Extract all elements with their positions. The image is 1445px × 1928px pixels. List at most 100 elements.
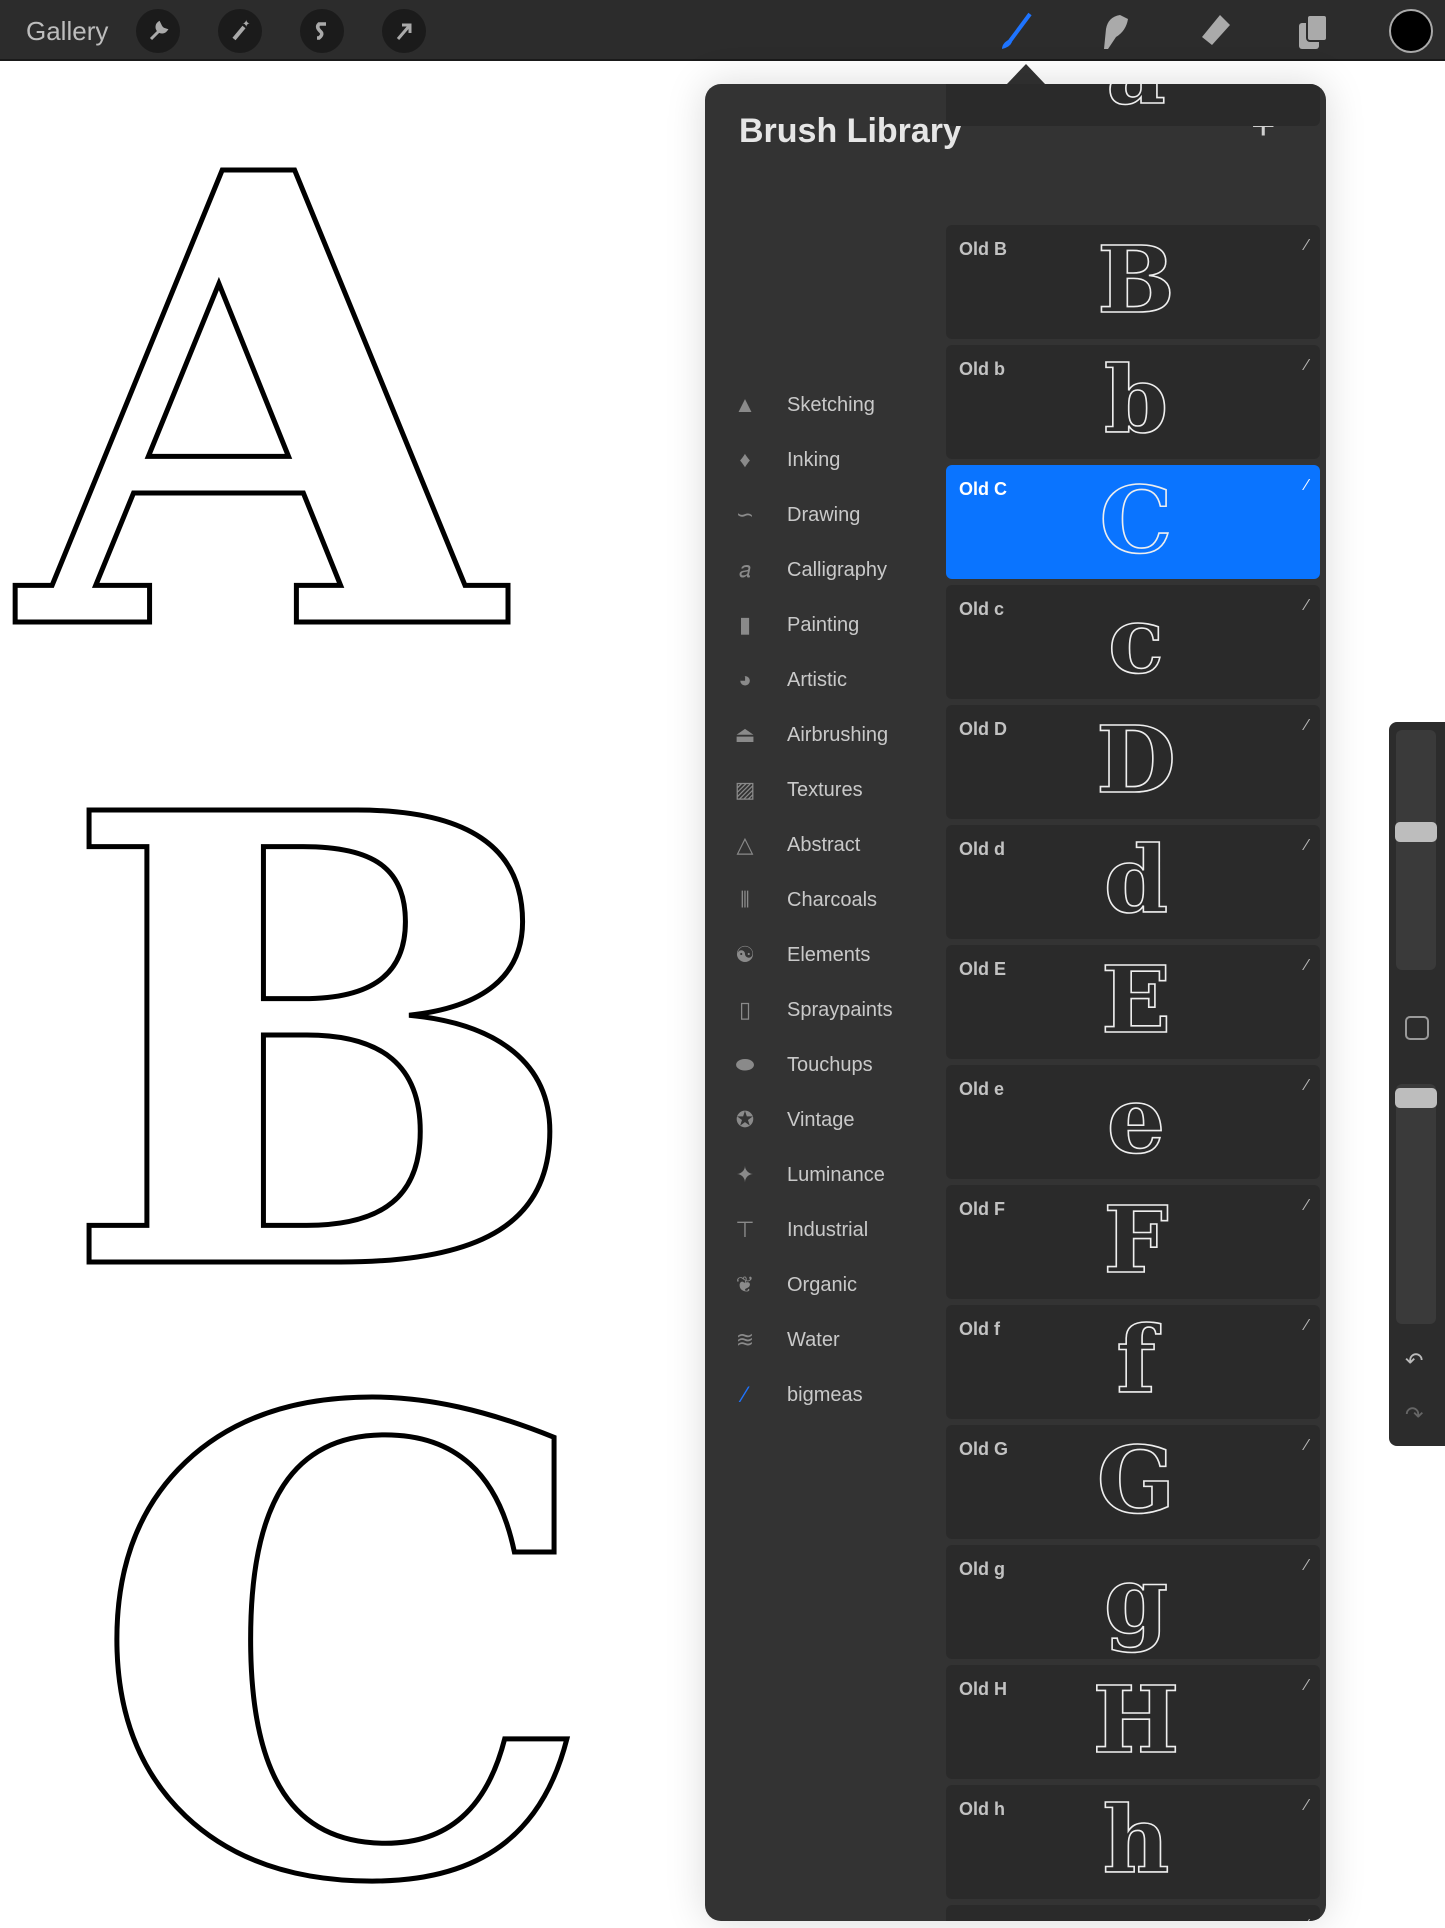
brush-item[interactable]: a [946, 84, 1320, 126]
layers-icon[interactable] [1292, 10, 1334, 52]
category-icon: ≋ [735, 1327, 755, 1352]
brush-item[interactable]: Old H ⁄ H [946, 1665, 1320, 1779]
top-toolbar: Gallery ✦ [0, 0, 1445, 61]
category-textures[interactable]: ▨ Textures [729, 765, 939, 815]
transform-arrow-icon[interactable] [382, 9, 426, 53]
category-label: Spraypaints [787, 998, 893, 1021]
brush-item[interactable]: Old B ⁄ B [946, 225, 1320, 339]
category-label: Organic [787, 1273, 858, 1296]
category-label: bigmeas [787, 1383, 863, 1406]
category-vintage[interactable]: ✪ Vintage [729, 1095, 939, 1145]
category-industrial[interactable]: ⊤ Industrial [729, 1205, 939, 1255]
category-bigmeas[interactable]: ⁄ bigmeas [729, 1370, 939, 1420]
stroke-icon: ⁄ [1305, 1197, 1308, 1214]
category-calligraphy[interactable]: 𝑎 Calligraphy [729, 545, 939, 595]
undo-icon[interactable]: ↶ [1405, 1348, 1423, 1374]
brush-list[interactable]: a Old B ⁄ B Old b ⁄ b Old C ⁄ C Old c ⁄ c Ol… [946, 84, 1320, 1921]
brush-item[interactable]: Old G ⁄ G [946, 1425, 1320, 1539]
category-spraypaints[interactable]: ▯ Spraypaints [729, 985, 939, 1035]
brush-item[interactable]: Old E ⁄ E [946, 945, 1320, 1059]
brush-item[interactable]: Old C ⁄ C [946, 465, 1320, 579]
brush-preview: g [1103, 1545, 1169, 1655]
brush-preview: E [1100, 945, 1172, 1055]
brush-preview: d [1103, 825, 1169, 935]
brush-name: Old d [959, 839, 1005, 859]
category-icon: △ [736, 832, 754, 857]
brush-size-slider[interactable] [1396, 730, 1436, 970]
stroke-icon: ⁄ [1305, 1437, 1308, 1454]
brush-preview: c [1107, 585, 1165, 695]
brush-item[interactable]: Old d ⁄ d [946, 825, 1320, 939]
brush-preview: B [1096, 225, 1175, 335]
category-charcoals[interactable]: ⦀ Charcoals [729, 875, 939, 925]
category-sketching[interactable]: ▲ Sketching [729, 380, 939, 430]
category-label: Water [787, 1328, 840, 1351]
brush-item[interactable]: Old h ⁄ h [946, 1785, 1320, 1899]
category-artistic[interactable]: ◕ Artistic [729, 655, 939, 705]
canvas-letter-a: A [10, 62, 514, 769]
category-inking[interactable]: ♦ Inking [729, 435, 939, 485]
brush-item[interactable]: Old c ⁄ c [946, 585, 1320, 699]
brush-preview: h [1102, 1785, 1170, 1895]
category-label: Painting [787, 613, 860, 636]
brush-item[interactable]: Old F ⁄ F [946, 1185, 1320, 1299]
brush-name: Old B [959, 239, 1007, 259]
brush-item[interactable]: Old g ⁄ g [946, 1545, 1320, 1659]
color-picker[interactable] [1389, 9, 1433, 53]
brush-name: Old E [959, 959, 1007, 979]
category-icon: 𝑎 [739, 557, 751, 582]
stroke-icon: ⁄ [1305, 1557, 1308, 1574]
category-label: Vintage [787, 1108, 855, 1131]
category-icon: ✪ [735, 1107, 755, 1132]
brush-name: Old f [959, 1319, 1000, 1339]
brush-name: Old C [959, 479, 1007, 499]
category-organic[interactable]: ❦ Organic [729, 1260, 939, 1310]
brush-preview: a [1066, 84, 1206, 126]
side-sliders: ↶ ↷ [1389, 722, 1445, 1446]
modify-button[interactable] [1405, 1016, 1429, 1040]
category-label: Inking [787, 448, 841, 471]
opacity-thumb[interactable] [1395, 1088, 1437, 1108]
brush-item[interactable]: Old f ⁄ f [946, 1305, 1320, 1419]
category-touchups[interactable]: ⬬ Touchups [729, 1040, 939, 1090]
category-label: Touchups [787, 1053, 873, 1076]
category-drawing[interactable]: ∽ Drawing [729, 490, 939, 540]
category-icon: ▨ [734, 777, 756, 802]
brush-item[interactable]: Old D ⁄ D [946, 705, 1320, 819]
category-icon: ▮ [738, 612, 752, 637]
category-icon: ▲ [734, 392, 756, 417]
category-label: Elements [787, 943, 871, 966]
stroke-icon: ⁄ [1305, 597, 1308, 614]
selection-icon[interactable] [300, 9, 344, 53]
opacity-slider[interactable] [1396, 1084, 1436, 1324]
brush-name: Old b [959, 359, 1005, 379]
stroke-icon: ⁄ [1305, 837, 1308, 854]
category-abstract[interactable]: △ Abstract [729, 820, 939, 870]
stroke-icon: ⁄ [1305, 1677, 1308, 1694]
eraser-icon[interactable] [1193, 10, 1235, 52]
brush-preview: H [1092, 1665, 1181, 1775]
brush-item[interactable]: Old b ⁄ b [946, 345, 1320, 459]
brush-icon[interactable] [995, 10, 1037, 52]
brush-size-thumb[interactable] [1395, 822, 1437, 842]
wrench-icon[interactable] [136, 9, 180, 53]
stroke-icon: ⁄ [1305, 1917, 1308, 1921]
category-luminance[interactable]: ✦ Luminance [729, 1150, 939, 1200]
category-elements[interactable]: ☯ Elements [729, 930, 939, 980]
brush-preview: f [1115, 1305, 1156, 1415]
brush-preview: G [1096, 1425, 1176, 1535]
smudge-icon[interactable] [1093, 10, 1135, 52]
category-label: Abstract [787, 833, 861, 856]
category-label: Luminance [787, 1163, 885, 1186]
category-airbrushing[interactable]: ⏏ Airbrushing [729, 710, 939, 760]
stroke-icon: ⁄ [1305, 1317, 1308, 1334]
gallery-button[interactable]: Gallery [26, 16, 108, 47]
category-painting[interactable]: ▮ Painting [729, 600, 939, 650]
brush-item[interactable]: Old I ⁄ I [946, 1905, 1320, 1921]
category-water[interactable]: ≋ Water [729, 1315, 939, 1365]
category-label: Industrial [787, 1218, 869, 1241]
redo-icon[interactable]: ↷ [1405, 1402, 1423, 1428]
magic-wand-icon[interactable]: ✦ [218, 9, 262, 53]
brush-preview: F [1103, 1185, 1170, 1295]
brush-item[interactable]: Old e ⁄ e [946, 1065, 1320, 1179]
